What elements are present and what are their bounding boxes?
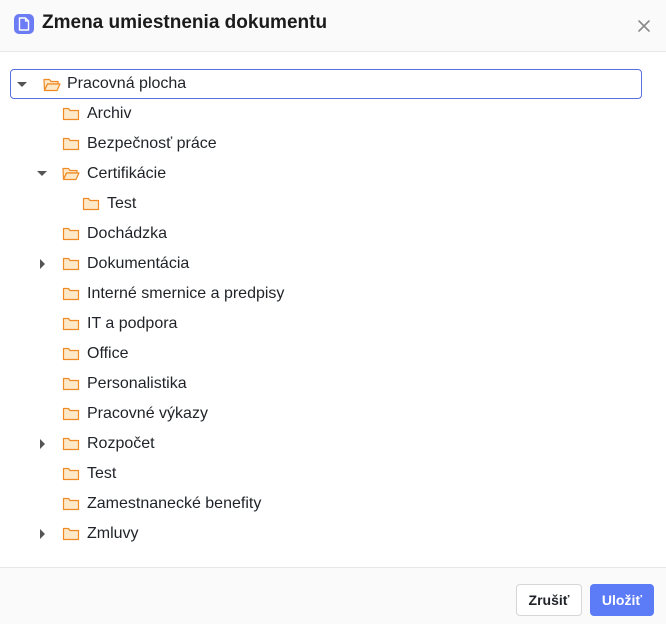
tree-item[interactable]: Zamestnanecké benefity xyxy=(10,489,642,519)
caret-down-icon[interactable] xyxy=(36,159,48,189)
folder-icon xyxy=(82,196,100,212)
folder-icon xyxy=(62,526,80,542)
save-button[interactable]: Uložiť xyxy=(590,584,654,616)
folder-icon xyxy=(62,466,80,482)
caret-down-icon[interactable] xyxy=(16,70,28,100)
tree-item-label: Dochádzka xyxy=(87,225,168,242)
tree-item-label: Personalistika xyxy=(87,375,187,392)
tree-item-label: Zmluvy xyxy=(87,525,139,542)
tree-item-label: Office xyxy=(87,345,129,362)
tree-item-label: Test xyxy=(107,195,137,212)
tree-item-label: Dokumentácia xyxy=(87,255,190,272)
tree-item[interactable]: Interné smernice a predpisy xyxy=(10,279,642,309)
dialog-header: Zmena umiestnenia dokumentu xyxy=(0,0,666,52)
folder-icon xyxy=(62,376,80,392)
close-icon[interactable] xyxy=(634,16,654,36)
tree-item[interactable]: Certifikácie xyxy=(10,159,642,189)
caret-right-icon[interactable] xyxy=(37,519,49,549)
folder-icon xyxy=(62,316,80,332)
tree-item-label: Pracovné výkazy xyxy=(87,405,208,422)
tree-item-label: Archiv xyxy=(87,105,132,122)
folder-icon xyxy=(62,256,80,272)
folder-icon xyxy=(62,286,80,302)
folder-icon xyxy=(62,136,80,152)
tree-item[interactable]: Dokumentácia xyxy=(10,249,642,279)
tree-item[interactable]: Test xyxy=(10,189,642,219)
folder-icon xyxy=(62,436,80,452)
tree-item-label: Rozpočet xyxy=(87,435,155,452)
caret-right-icon[interactable] xyxy=(37,249,49,279)
dialog-footer: Zrušiť Uložiť xyxy=(0,567,666,624)
folder-icon xyxy=(62,106,80,122)
folder-icon xyxy=(62,496,80,512)
tree-item-label: IT a podpora xyxy=(87,315,178,332)
dialog-title: Zmena umiestnenia dokumentu xyxy=(42,12,328,33)
tree-item[interactable]: Bezpečnosť práce xyxy=(10,129,642,159)
tree-item-label: Test xyxy=(87,465,117,482)
document-icon xyxy=(14,14,34,34)
tree-item[interactable]: Test xyxy=(10,459,642,489)
tree-item[interactable]: Archiv xyxy=(10,99,642,129)
folder-open-icon xyxy=(62,166,80,182)
tree-item-label: Zamestnanecké benefity xyxy=(87,495,262,512)
folder-open-icon xyxy=(43,77,61,93)
tree-item[interactable]: Zmluvy xyxy=(10,519,642,549)
tree-item[interactable]: Pracovné výkazy xyxy=(10,399,642,429)
tree-item-label: Certifikácie xyxy=(87,165,167,182)
tree-item-label: Interné smernice a predpisy xyxy=(87,285,285,302)
cancel-button[interactable]: Zrušiť xyxy=(516,584,582,616)
tree-item-label: Bezpečnosť práce xyxy=(87,135,217,152)
tree-item[interactable]: Rozpočet xyxy=(10,429,642,459)
tree-root-item[interactable]: Pracovná plocha xyxy=(10,69,642,99)
tree-item-label: Pracovná plocha xyxy=(67,75,187,92)
caret-right-icon[interactable] xyxy=(37,429,49,459)
folder-icon xyxy=(62,406,80,422)
tree-item[interactable]: IT a podpora xyxy=(10,309,642,339)
folder-icon xyxy=(62,226,80,242)
tree-item[interactable]: Personalistika xyxy=(10,369,642,399)
folder-icon xyxy=(62,346,80,362)
tree-item[interactable]: Dochádzka xyxy=(10,219,642,249)
tree-item[interactable]: Office xyxy=(10,339,642,369)
